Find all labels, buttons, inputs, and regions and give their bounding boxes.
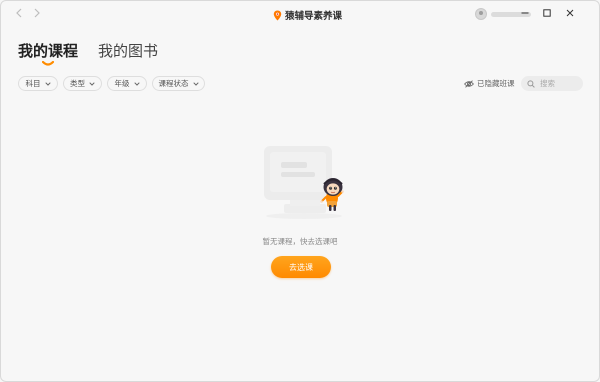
hidden-classes-label: 已隐藏班课 [477, 79, 515, 88]
map-pin-icon [273, 10, 282, 20]
title-bar: 猿辅导素养课 [1, 1, 599, 27]
filter-label: 科目 [25, 79, 41, 88]
minimize-button[interactable] [518, 6, 532, 20]
chevron-down-icon [89, 81, 95, 86]
app-window: 猿辅导素养课 我的课程 我的图书 科目 类型 年级 课程状态 已隐藏班课 搜索 … [0, 0, 600, 382]
filter-course-status-dropdown[interactable]: 课程状态 [152, 76, 205, 91]
close-button[interactable] [563, 6, 577, 20]
go-select-course-button[interactable]: 去选课 [271, 256, 331, 278]
forward-icon[interactable] [32, 8, 42, 20]
empty-state-message: 暂无课程，快去选课吧 [262, 237, 338, 246]
chevron-down-icon [192, 81, 199, 86]
filter-label: 年级 [114, 79, 130, 88]
tab-my-courses[interactable]: 我的课程 [18, 41, 78, 61]
filter-subject-dropdown[interactable]: 科目 [18, 76, 58, 91]
back-icon[interactable] [14, 8, 24, 20]
maximize-button[interactable] [540, 6, 554, 20]
chevron-down-icon [133, 81, 140, 86]
chevron-down-icon [44, 81, 51, 86]
hidden-classes-link[interactable]: 已隐藏班课 [464, 78, 515, 89]
active-tab-indicator [42, 61, 54, 66]
avatar[interactable] [475, 8, 487, 20]
tab-my-books[interactable]: 我的图书 [98, 41, 158, 61]
search-icon [527, 79, 535, 88]
filter-type-dropdown[interactable]: 类型 [63, 76, 102, 91]
filter-label: 课程状态 [158, 79, 189, 88]
eye-off-icon [464, 79, 474, 88]
filter-label: 类型 [70, 79, 85, 88]
search-box[interactable] [521, 76, 583, 91]
app-title: 猿辅导素养课 [273, 7, 342, 23]
filter-grade-dropdown[interactable]: 年级 [107, 76, 147, 91]
app-title-text: 猿辅导素养课 [285, 11, 343, 22]
empty-state-illustration [264, 146, 344, 219]
search-input[interactable] [540, 79, 576, 88]
